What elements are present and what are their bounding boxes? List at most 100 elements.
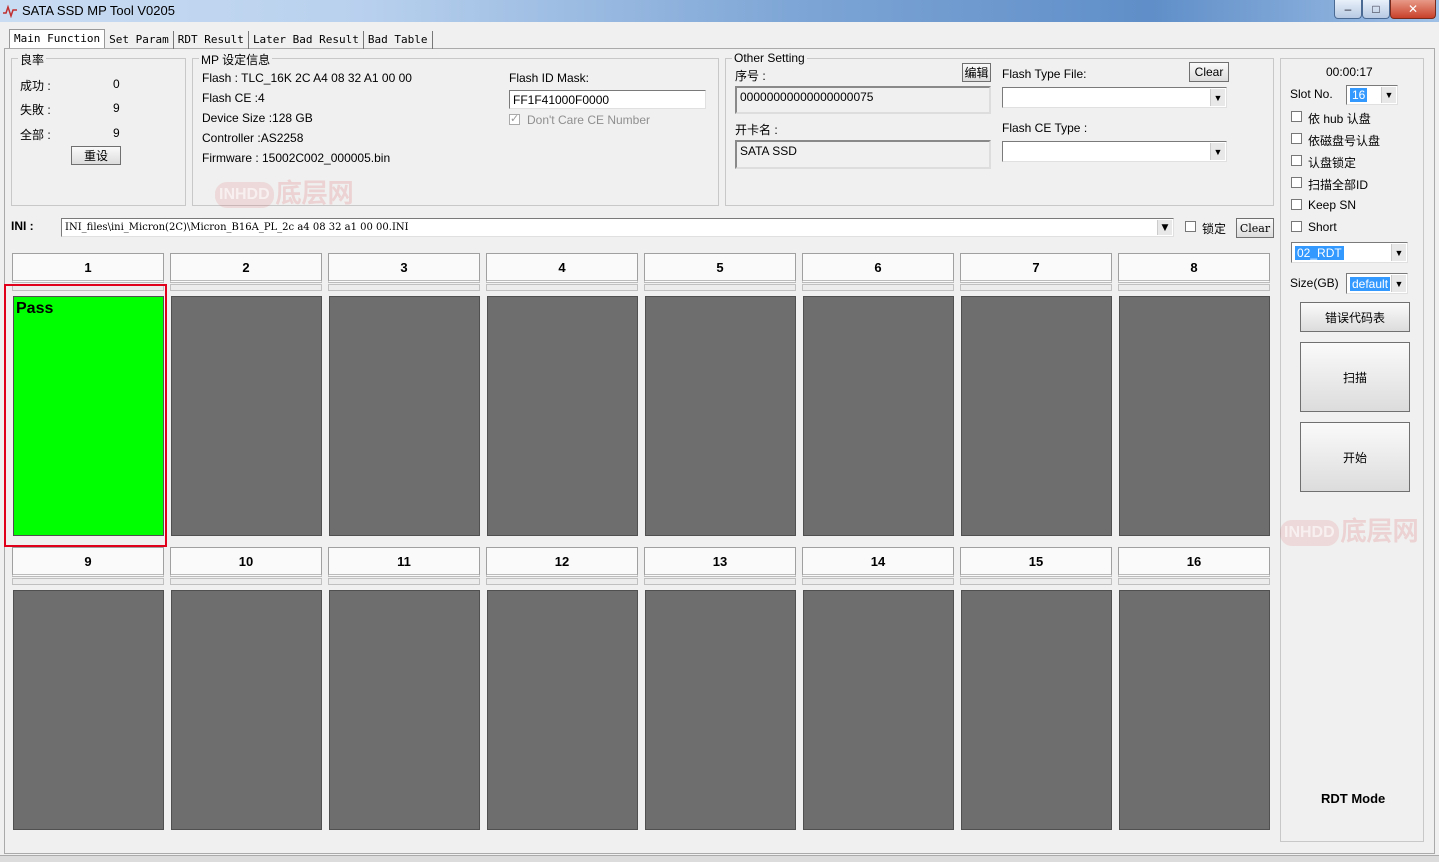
mp-info-legend: MP 设定信息: [199, 51, 273, 68]
fail-label: 失敗 :: [20, 103, 51, 117]
dropdown-arrow-icon[interactable]: ▼: [1391, 275, 1406, 292]
option-checkbox[interactable]: [1291, 221, 1302, 232]
flash-ce-type-select[interactable]: ▼: [1002, 141, 1227, 162]
option-label: 扫描全部ID: [1308, 178, 1369, 192]
close-button[interactable]: ✕: [1390, 0, 1436, 19]
elapsed-timer: 00:00:17: [1326, 65, 1373, 79]
ini-clear-button[interactable]: Clear: [1236, 218, 1274, 238]
slot-header-14[interactable]: 14: [802, 547, 954, 577]
slot-status-box-11[interactable]: [329, 590, 480, 830]
edit-button[interactable]: 编辑: [962, 63, 991, 82]
slot-status-box-6[interactable]: [803, 296, 954, 536]
slot-header-6[interactable]: 6: [802, 253, 954, 283]
slot-status-box-14[interactable]: [803, 590, 954, 830]
tab-set-param[interactable]: Set Param: [105, 31, 174, 49]
total-count: 9: [113, 126, 120, 140]
slot-progress-strip: [486, 578, 638, 585]
option-checkbox[interactable]: [1291, 177, 1302, 188]
slot-status-box-9[interactable]: [13, 590, 164, 830]
slot-progress-strip: [328, 578, 480, 585]
scan-button[interactable]: 扫描: [1300, 342, 1410, 412]
slot-header-12[interactable]: 12: [486, 547, 638, 577]
option-label: 依 hub 认盘: [1308, 112, 1371, 126]
slot-status-box-13[interactable]: [645, 590, 796, 830]
slot-header-1[interactable]: 1: [12, 253, 164, 283]
option-checkbox[interactable]: [1291, 111, 1302, 122]
option-checkbox[interactable]: [1291, 199, 1302, 210]
minimize-button[interactable]: –: [1334, 0, 1362, 19]
flash-type-file-select[interactable]: ▼: [1002, 87, 1227, 108]
slot-no-label: Slot No.: [1290, 87, 1333, 101]
slot-no-select[interactable]: 16 ▼: [1346, 85, 1398, 105]
slot-header-8[interactable]: 8: [1118, 253, 1270, 283]
slot-header-13[interactable]: 13: [644, 547, 796, 577]
slot-status-box-5[interactable]: [645, 296, 796, 536]
dropdown-arrow-icon[interactable]: ▼: [1210, 143, 1225, 160]
status-strip: [0, 855, 1439, 862]
slot-header-11[interactable]: 11: [328, 547, 480, 577]
dropdown-arrow-icon[interactable]: ▼: [1210, 89, 1225, 106]
option-label: 认盘锁定: [1308, 156, 1357, 170]
slot-header-10[interactable]: 10: [170, 547, 322, 577]
flash-type-file-label: Flash Type File:: [1002, 67, 1087, 81]
slot-header-16[interactable]: 16: [1118, 547, 1270, 577]
slot-status-box-12[interactable]: [487, 590, 638, 830]
slot-status-box-10[interactable]: [171, 590, 322, 830]
slot-highlight-frame: [4, 284, 167, 547]
tab-main-function[interactable]: Main Function: [9, 29, 106, 48]
lock-label: 锁定: [1202, 222, 1227, 236]
size-select[interactable]: default ▼: [1346, 273, 1408, 294]
dont-care-ce-checkbox[interactable]: [509, 112, 520, 125]
option-checkbox[interactable]: [1291, 133, 1302, 144]
slot-progress-strip: [170, 578, 322, 585]
slot-status-box-8[interactable]: [1119, 296, 1270, 536]
app-icon: [3, 4, 17, 18]
tab-bad-table[interactable]: Bad Table: [364, 31, 433, 49]
lock-checkbox[interactable]: [1185, 221, 1196, 232]
slot-progress-strip: [960, 578, 1112, 585]
dont-care-ce-label: Don't Care CE Number: [527, 113, 650, 127]
start-button[interactable]: 开始: [1300, 422, 1410, 492]
slot-progress-strip: [644, 284, 796, 291]
option-checkbox[interactable]: [1291, 155, 1302, 166]
slot-header-2[interactable]: 2: [170, 253, 322, 283]
slot-status-box-15[interactable]: [961, 590, 1112, 830]
serial-number-field[interactable]: 00000000000000000075: [735, 86, 991, 114]
tab-later-bad-result[interactable]: Later Bad Result: [249, 31, 364, 49]
option-label: Keep SN: [1308, 198, 1357, 212]
success-count: 0: [113, 77, 120, 91]
slot-header-15[interactable]: 15: [960, 547, 1112, 577]
flash-id-mask-label: Flash ID Mask:: [509, 71, 590, 85]
slot-header-5[interactable]: 5: [644, 253, 796, 283]
flash-ce-info: Flash CE :4: [202, 91, 265, 105]
error-code-table-button[interactable]: 错误代码表: [1300, 302, 1410, 332]
slot-status-box-4[interactable]: [487, 296, 638, 536]
slot-progress-strip: [1118, 578, 1270, 585]
slot-header-9[interactable]: 9: [12, 547, 164, 577]
dropdown-arrow-icon[interactable]: ▼: [1381, 87, 1396, 103]
slot-header-7[interactable]: 7: [960, 253, 1112, 283]
watermark: INHDD 底层网: [1280, 511, 1419, 548]
flash-type-clear-button[interactable]: Clear: [1189, 62, 1229, 82]
slot-header-3[interactable]: 3: [328, 253, 480, 283]
size-label: Size(GB): [1290, 276, 1339, 290]
flash-ce-type-label: Flash CE Type :: [1002, 121, 1088, 135]
slot-status-box-3[interactable]: [329, 296, 480, 536]
dropdown-arrow-icon[interactable]: ▼: [1157, 220, 1172, 235]
dropdown-arrow-icon[interactable]: ▼: [1391, 244, 1406, 261]
rdt-mode-label: RDT Mode: [1321, 791, 1386, 806]
slot-status-box-7[interactable]: [961, 296, 1112, 536]
slot-header-4[interactable]: 4: [486, 253, 638, 283]
reset-button[interactable]: 重设: [71, 146, 121, 165]
card-name-field[interactable]: SATA SSD: [735, 140, 991, 169]
slot-status-box-16[interactable]: [1119, 590, 1270, 830]
flash-id-mask-input[interactable]: FF1F41000F0000: [509, 90, 706, 109]
yield-legend: 良率: [18, 51, 47, 68]
ini-file-select[interactable]: INI_files\ini_Micron(2C)\Micron_B16A_PL_…: [61, 218, 1174, 237]
mode-select[interactable]: 02_RDT ▼: [1291, 242, 1408, 263]
ini-label: INI :: [11, 219, 34, 233]
maximize-button[interactable]: □: [1362, 0, 1390, 19]
watermark: INHDD 底层网: [215, 173, 354, 210]
slot-status-box-2[interactable]: [171, 296, 322, 536]
tab-rdt-result[interactable]: RDT Result: [174, 31, 249, 49]
